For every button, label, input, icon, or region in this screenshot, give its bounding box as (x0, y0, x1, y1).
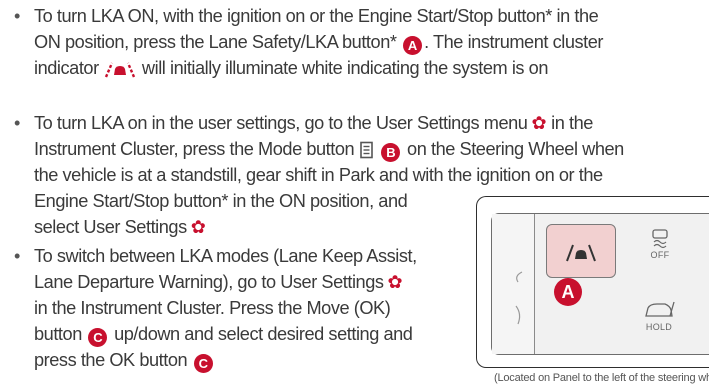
hold-label: HOLD (645, 322, 673, 332)
text-line: button C up/down and select desired sett… (34, 321, 417, 347)
text-run: To turn LKA on in the user settings, go … (34, 113, 528, 133)
callout-badge-a: A (554, 278, 582, 306)
auto-hold-button[interactable]: HOLD (624, 294, 694, 344)
callout-badge-b: B (381, 143, 401, 162)
off-label: OFF (650, 250, 670, 260)
text-line: Instrument Cluster, press the Mode butto… (34, 136, 624, 162)
figure-caption: (Located on Panel to the left of the ste… (494, 372, 709, 384)
lane-safety-lka-button[interactable] (546, 224, 616, 278)
settings-gear-icon: ✿ (387, 272, 403, 292)
lane-keep-indicator-icon (105, 62, 136, 78)
text-line: press the OK button C (34, 347, 417, 373)
safety-off-button[interactable]: OFF (630, 224, 690, 276)
text-line: To switch between LKA modes (Lane Keep A… (34, 246, 417, 266)
text-line: ON position, press the Lane Safety/LKA b… (34, 29, 603, 55)
text-run: ON position, press the Lane Safety/LKA b… (34, 32, 397, 52)
bullet-text: To switch between LKA modes (Lane Keep A… (34, 243, 417, 373)
text-run: select User Settings (34, 217, 187, 237)
text-run: Instrument Cluster, press the Mode butto… (34, 139, 355, 159)
lane-keep-icon (566, 244, 596, 262)
button-panel-figure: OFF A HOLD (476, 196, 709, 368)
text-line: the vehicle is at a standstill, gear shi… (34, 165, 603, 185)
panel-left-section (492, 214, 535, 354)
text-run: indicator (34, 58, 99, 78)
text-run: on the Steering Wheel when (407, 139, 624, 159)
text-run: . The instrument cluster (424, 32, 604, 52)
text-run: press the OK button (34, 350, 188, 370)
bullet-text: To turn LKA ON, with the ignition on or … (34, 3, 603, 81)
text-line: in the Instrument Cluster. Press the Mov… (34, 298, 391, 318)
text-run: up/down and select desired setting and (114, 324, 413, 344)
auto-hold-icon (645, 301, 675, 317)
text-run: will initially illuminate white indicati… (141, 58, 549, 78)
text-line: To turn LKA on in the user settings, go … (34, 110, 624, 136)
bullet-dot: • (14, 246, 20, 266)
switch-panel: OFF A HOLD (491, 213, 709, 355)
bullet-dot: • (14, 6, 20, 26)
mode-button-icon (360, 141, 373, 159)
callout-badge-c: C (193, 354, 213, 373)
panel-left-icon (515, 271, 523, 325)
text-run: button (34, 324, 82, 344)
callout-badge-c: C (88, 328, 108, 347)
text-line: Lane Departure Warning), go to User Sett… (34, 269, 417, 295)
text-run: in the (551, 113, 593, 133)
text-line: To turn LKA ON, with the ignition on or … (34, 6, 599, 26)
text-run: Lane Departure Warning), go to User Sett… (34, 272, 384, 292)
callout-badge-a: A (403, 36, 423, 55)
bullet-dot: • (14, 113, 20, 133)
settings-gear-icon: ✿ (190, 217, 206, 237)
text-line: indicator will initially illuminate whit… (34, 55, 603, 81)
settings-gear-icon: ✿ (531, 113, 547, 133)
